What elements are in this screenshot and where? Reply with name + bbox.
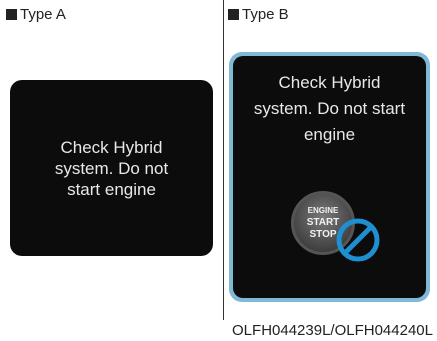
type-b-label: Type B: [228, 6, 289, 23]
panel-divider: [223, 0, 224, 320]
type-b-label-text: Type B: [242, 6, 289, 23]
figure-caption: OLFH044239L/OLFH044240L: [232, 322, 433, 339]
type-b-display-frame: Check Hybrid system. Do not start engine…: [229, 52, 430, 302]
type-b-display: Check Hybrid system. Do not start engine…: [233, 56, 426, 298]
type-a-display: Check Hybrid system. Do not start engine: [10, 80, 213, 256]
type-b-message: Check Hybrid system. Do not start engine: [253, 73, 406, 144]
square-bullet-icon: [6, 9, 17, 20]
square-bullet-icon: [228, 9, 239, 20]
type-a-label: Type A: [6, 6, 66, 23]
type-a-label-text: Type A: [20, 6, 66, 23]
no-entry-icon: [336, 218, 380, 262]
engine-button-line3: STOP: [309, 229, 337, 240]
type-a-message: Check Hybrid system. Do not start engine: [54, 137, 169, 199]
